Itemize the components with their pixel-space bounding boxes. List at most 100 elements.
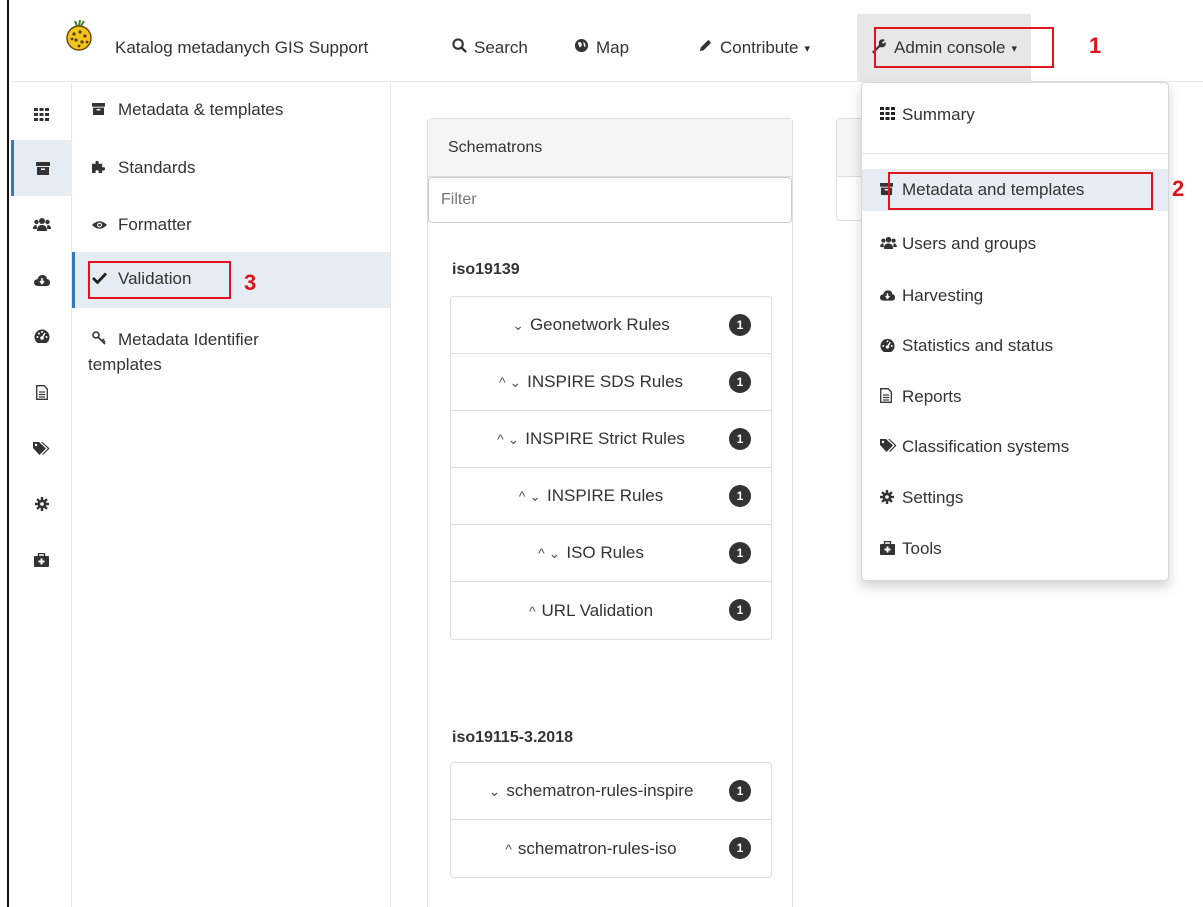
strip-statistics-item[interactable] bbox=[11, 308, 72, 364]
reorder-arrows-icon[interactable]: ^ ⌄ bbox=[519, 488, 541, 505]
list-item[interactable]: ^ ⌄ ISO Rules 1 bbox=[451, 525, 771, 582]
nav-search[interactable]: Search bbox=[452, 14, 528, 82]
admin-submenu: Metadata & templates Standards Formatter… bbox=[72, 83, 391, 907]
left-edge-rule bbox=[0, 0, 9, 907]
dropdown-label: Users and groups bbox=[902, 234, 1037, 253]
submenu-standards[interactable]: Standards bbox=[72, 158, 390, 178]
list-item-label: schematron-rules-iso bbox=[517, 838, 677, 858]
search-icon bbox=[452, 38, 467, 58]
highlight-box-validation bbox=[88, 261, 231, 299]
count-badge: 1 bbox=[729, 485, 751, 507]
reorder-arrows-icon[interactable]: ^ ⌄ bbox=[538, 545, 560, 562]
list-item[interactable]: ^ ⌄ INSPIRE SDS Rules 1 bbox=[451, 354, 771, 411]
strip-users-item[interactable] bbox=[11, 196, 72, 252]
count-badge: 1 bbox=[729, 780, 751, 802]
strip-classification-item[interactable] bbox=[11, 420, 72, 476]
dropdown-item-statistics[interactable]: Statistics and status bbox=[862, 325, 1168, 367]
list-item-label: INSPIRE Strict Rules bbox=[525, 429, 685, 448]
strip-metadata-item[interactable] bbox=[11, 140, 72, 196]
submenu-label: Metadata Identifier bbox=[118, 330, 259, 349]
chevron-down-icon: ▾ bbox=[804, 42, 810, 55]
dropdown-item-classification[interactable]: Classification systems bbox=[862, 426, 1168, 468]
schematrons-panel: Schematrons iso19139 ⌄ Geonetwork Rules 1 … bbox=[427, 118, 793, 907]
list-item[interactable]: ^ schematron-rules-iso 1 bbox=[451, 820, 771, 877]
list-item-label: ISO Rules bbox=[566, 543, 644, 562]
dropdown-item-summary[interactable]: Summary bbox=[862, 94, 1168, 136]
dashboard-icon bbox=[880, 338, 902, 355]
tags-icon bbox=[33, 441, 50, 455]
dropdown-label: Statistics and status bbox=[902, 336, 1054, 355]
dropdown-label: Classification systems bbox=[902, 437, 1070, 456]
count-badge: 1 bbox=[729, 837, 751, 859]
grid-icon bbox=[34, 107, 49, 121]
users-icon bbox=[32, 218, 51, 231]
dropdown-label: Settings bbox=[902, 488, 964, 507]
list-item-label: Geonetwork Rules bbox=[529, 315, 670, 334]
submenu-label: Formatter bbox=[118, 215, 192, 234]
gear-icon bbox=[880, 489, 902, 507]
strip-tools-item[interactable] bbox=[11, 532, 72, 588]
dashboard-icon bbox=[34, 329, 49, 343]
nav-contribute[interactable]: Contribute ▾ bbox=[698, 14, 810, 82]
dropdown-label: Reports bbox=[902, 387, 962, 406]
toolbox-icon bbox=[34, 553, 49, 567]
tags-icon bbox=[880, 439, 902, 455]
catalog-logo-icon[interactable] bbox=[63, 20, 95, 52]
reorder-arrows-icon[interactable]: ⌄ bbox=[489, 783, 501, 800]
brand-label: Katalog metadanych GIS Support bbox=[115, 38, 369, 57]
list-item[interactable]: ^ ⌄ INSPIRE Rules 1 bbox=[451, 468, 771, 525]
cloud-icon bbox=[880, 288, 902, 304]
eye-icon bbox=[92, 217, 118, 234]
highlight-box-metadata-templates bbox=[888, 172, 1153, 210]
list-item-label: schematron-rules-inspire bbox=[506, 781, 694, 800]
submenu-metadata-identifier-templates[interactable]: Metadata Identifier templates bbox=[72, 328, 390, 377]
reorder-arrows-icon[interactable]: ^ bbox=[505, 841, 512, 857]
reorder-arrows-icon[interactable]: ^ ⌄ bbox=[499, 374, 521, 391]
puzzle-icon bbox=[92, 160, 118, 177]
nav-contribute-label: Contribute bbox=[720, 38, 799, 57]
strip-reports-item[interactable] bbox=[11, 364, 72, 420]
dropdown-label: Tools bbox=[902, 539, 942, 558]
report-icon bbox=[35, 384, 48, 400]
list-item[interactable]: ⌄ Geonetwork Rules 1 bbox=[451, 297, 771, 354]
dropdown-item-reports[interactable]: Reports bbox=[862, 376, 1168, 418]
globe-icon bbox=[574, 38, 589, 58]
toolbox-icon bbox=[880, 540, 902, 558]
dropdown-item-tools[interactable]: Tools bbox=[862, 528, 1168, 570]
brand-link[interactable]: Katalog metadanych GIS Support bbox=[115, 14, 368, 82]
nav-map[interactable]: Map bbox=[574, 14, 629, 82]
list-item[interactable]: ⌄ schematron-rules-inspire 1 bbox=[451, 763, 771, 820]
dropdown-item-harvesting[interactable]: Harvesting bbox=[862, 275, 1168, 317]
report-icon bbox=[880, 388, 902, 406]
list-item[interactable]: ^ ⌄ INSPIRE Strict Rules 1 bbox=[451, 411, 771, 468]
submenu-label-line2: templates bbox=[88, 355, 162, 374]
strip-settings-item[interactable] bbox=[11, 476, 72, 532]
count-badge: 1 bbox=[729, 428, 751, 450]
reorder-arrows-icon[interactable]: ^ bbox=[529, 603, 536, 619]
admin-console-dropdown: Summary Metadata and templates Users and… bbox=[861, 82, 1169, 581]
key-icon bbox=[92, 329, 118, 353]
dropdown-item-settings[interactable]: Settings bbox=[862, 477, 1168, 519]
strip-summary-item[interactable] bbox=[11, 86, 72, 142]
dropdown-label: Harvesting bbox=[902, 286, 984, 305]
dropdown-item-users-groups[interactable]: Users and groups bbox=[862, 223, 1168, 265]
reorder-arrows-icon[interactable]: ⌄ bbox=[512, 317, 524, 334]
annotation-number-3: 3 bbox=[244, 270, 257, 295]
archive-icon bbox=[36, 161, 50, 175]
dropdown-label: Summary bbox=[902, 105, 975, 124]
submenu-metadata-templates[interactable]: Metadata & templates bbox=[72, 100, 390, 120]
count-badge: 1 bbox=[729, 371, 751, 393]
dropdown-divider bbox=[862, 153, 1168, 154]
filter-input[interactable] bbox=[428, 177, 792, 223]
archive-icon bbox=[92, 102, 118, 119]
list-item-label: INSPIRE Rules bbox=[547, 486, 664, 505]
submenu-formatter[interactable]: Formatter bbox=[72, 215, 390, 235]
highlight-box-admin bbox=[874, 27, 1054, 68]
nav-map-label: Map bbox=[596, 38, 630, 57]
list-item[interactable]: ^ URL Validation 1 bbox=[451, 582, 771, 639]
reorder-arrows-icon[interactable]: ^ ⌄ bbox=[497, 431, 519, 448]
strip-harvesting-item[interactable] bbox=[11, 252, 72, 308]
schematron-list-iso19115: ⌄ schematron-rules-inspire 1 ^ schematron-r… bbox=[450, 762, 772, 878]
gear-icon bbox=[34, 497, 49, 511]
group-title-iso19139: iso19139 bbox=[452, 261, 520, 278]
